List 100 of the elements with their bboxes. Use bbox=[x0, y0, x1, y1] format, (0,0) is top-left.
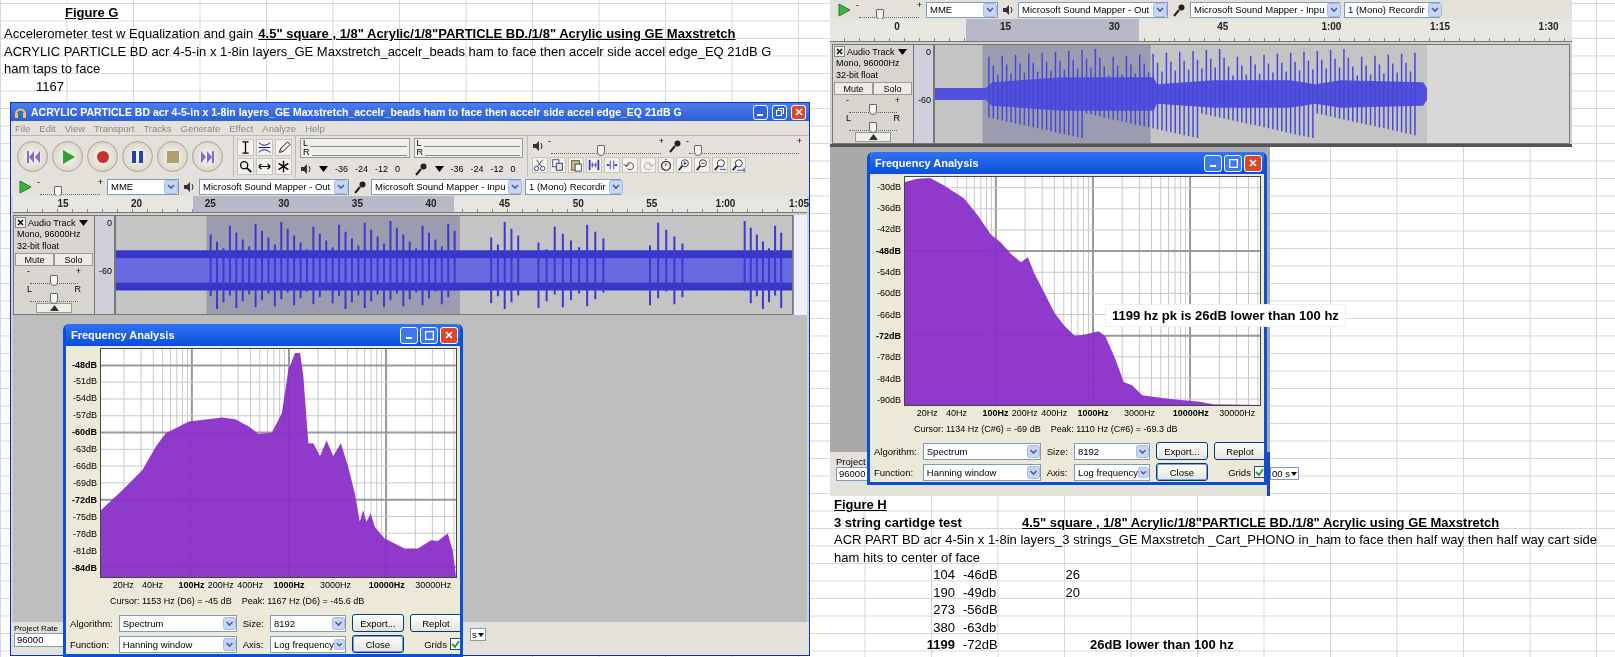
zoom-tool-icon[interactable] bbox=[237, 157, 254, 175]
table-cell-text: -49db bbox=[962, 583, 998, 601]
mute-button[interactable]: Mute bbox=[834, 82, 873, 95]
dialog-button[interactable]: Close bbox=[351, 635, 404, 653]
axis-dropdown[interactable]: Log frequency bbox=[269, 635, 346, 653]
vertical-scrollbar[interactable] bbox=[793, 215, 807, 315]
dialog-button[interactable]: Close bbox=[1155, 463, 1208, 481]
paste-icon[interactable] bbox=[568, 157, 584, 173]
envelope-tool-icon[interactable] bbox=[256, 138, 273, 156]
slider-thumb[interactable] bbox=[693, 145, 702, 156]
axis-label: -63dB bbox=[72, 444, 97, 455]
undo-icon[interactable] bbox=[622, 157, 638, 173]
caret-icon[interactable] bbox=[434, 166, 444, 172]
audio-host-dropdown[interactable]: MME bbox=[926, 1, 998, 18]
input-device-dropdown[interactable]: Microsoft Sound Mapper - Inpu bbox=[371, 178, 521, 195]
close-icon[interactable] bbox=[15, 217, 26, 228]
restore-button[interactable] bbox=[772, 104, 787, 120]
collapse-button[interactable] bbox=[855, 132, 891, 142]
axis-label: -48dB bbox=[72, 359, 97, 370]
close-icon bbox=[445, 331, 453, 339]
timeline-ruler[interactable]: 0 15 30 45 1:00 1:15 1:30 bbox=[830, 19, 1572, 42]
minimize-button[interactable] bbox=[400, 326, 418, 344]
minimize-button[interactable] bbox=[1204, 154, 1222, 172]
algorithm-dropdown[interactable]: Spectrum bbox=[922, 442, 1041, 460]
maximize-button[interactable] bbox=[420, 326, 438, 344]
pencil-icon[interactable] bbox=[275, 138, 292, 156]
dialog-button[interactable]: Export... bbox=[1155, 442, 1208, 460]
silence-icon[interactable] bbox=[604, 157, 620, 173]
play-button[interactable] bbox=[52, 141, 83, 172]
time-label: 1:00 bbox=[715, 198, 736, 209]
caret-icon bbox=[1327, 2, 1342, 17]
asterisk-icon[interactable] bbox=[275, 157, 292, 175]
dialog-button[interactable]: Replot bbox=[1213, 442, 1264, 460]
axis-label: -36dB bbox=[876, 203, 901, 214]
dialog-title: Frequency Analysis bbox=[71, 329, 176, 341]
close-button[interactable] bbox=[440, 326, 458, 344]
zoom-in-icon[interactable] bbox=[676, 157, 692, 173]
time-label: 25 bbox=[204, 198, 216, 209]
time-label: 55 bbox=[646, 198, 658, 209]
solo-button[interactable]: Solo bbox=[873, 82, 912, 95]
input-device-dropdown[interactable]: Microsoft Sound Mapper - Inpu bbox=[1190, 1, 1340, 18]
selection-format-field[interactable]: 00 s bbox=[1270, 467, 1299, 480]
play-at-speed-icon[interactable] bbox=[836, 1, 852, 18]
close-icon bbox=[794, 108, 803, 116]
size-dropdown[interactable]: 8192 bbox=[269, 614, 346, 632]
axis-label: -81dB bbox=[72, 545, 97, 556]
size-dropdown[interactable]: 8192 bbox=[1073, 442, 1150, 460]
axis-dropdown[interactable]: Log frequency bbox=[1073, 463, 1150, 481]
input-volume-slider[interactable] bbox=[689, 145, 799, 154]
record-button[interactable] bbox=[87, 141, 118, 172]
minimize-button[interactable] bbox=[753, 104, 768, 120]
copy-icon[interactable] bbox=[550, 157, 566, 173]
output-volume-slider[interactable] bbox=[551, 145, 661, 154]
selection-format-field[interactable]: s bbox=[470, 628, 486, 641]
grids-checkbox[interactable] bbox=[1253, 466, 1264, 478]
gain-slider[interactable] bbox=[30, 275, 78, 284]
stopwatch-icon[interactable] bbox=[658, 157, 674, 173]
scissors-icon[interactable] bbox=[532, 157, 548, 173]
meter-scale-label: -24 bbox=[470, 164, 484, 174]
axis-label: 400Hz bbox=[237, 580, 264, 590]
axis-label: 10000Hz bbox=[1172, 408, 1209, 418]
close-button[interactable] bbox=[1244, 154, 1262, 172]
algorithm-dropdown[interactable]: Spectrum bbox=[118, 614, 237, 632]
skip-to-start-button[interactable] bbox=[17, 141, 48, 172]
selection-tool-icon[interactable] bbox=[237, 138, 254, 156]
caret-icon[interactable] bbox=[319, 166, 328, 172]
output-device-dropdown[interactable]: Microsoft Sound Mapper - Out bbox=[199, 178, 349, 195]
track-name-menu[interactable]: Audio Track bbox=[28, 217, 88, 228]
zoom-out-icon[interactable] bbox=[694, 157, 710, 173]
skip-to-end-button[interactable] bbox=[192, 141, 223, 172]
input-channels-dropdown[interactable]: 1 (Mono) Recordir bbox=[525, 178, 621, 195]
fit-selection-icon[interactable] bbox=[712, 157, 728, 173]
meter-scale-label: 0 bbox=[395, 164, 401, 174]
output-device-dropdown[interactable]: Microsoft Sound Mapper - Out bbox=[1018, 1, 1168, 18]
play-at-speed-icon[interactable] bbox=[17, 178, 33, 195]
caret-icon bbox=[334, 179, 348, 194]
slider-thumb[interactable] bbox=[869, 104, 877, 115]
gain-slider[interactable] bbox=[849, 104, 897, 113]
maximize-button[interactable] bbox=[1224, 154, 1242, 172]
dialog-button[interactable]: Replot bbox=[409, 614, 460, 632]
slider-thumb[interactable] bbox=[50, 275, 58, 286]
close-button[interactable] bbox=[791, 104, 806, 120]
timeline-ruler[interactable]: 15 20 25 30 35 40 45 50 55 1:00 1:05 bbox=[13, 196, 807, 213]
trim-icon[interactable] bbox=[586, 157, 602, 173]
collapse-button[interactable] bbox=[36, 303, 72, 313]
pause-button[interactable] bbox=[122, 141, 153, 172]
grids-checkbox[interactable] bbox=[449, 638, 460, 650]
mute-button[interactable]: Mute bbox=[15, 253, 54, 266]
dialog-button[interactable]: Export... bbox=[351, 614, 404, 632]
slider-thumb[interactable] bbox=[596, 145, 605, 156]
close-icon[interactable] bbox=[834, 46, 845, 57]
table-cell-text: -63db bbox=[962, 618, 998, 636]
function-dropdown[interactable]: Hanning window bbox=[118, 635, 237, 653]
axis-label: 200Hz bbox=[1011, 408, 1038, 418]
audio-host-dropdown[interactable]: MME bbox=[107, 178, 179, 195]
function-dropdown[interactable]: Hanning window bbox=[922, 463, 1041, 481]
input-channels-dropdown[interactable]: 1 (Mono) Recordir bbox=[1344, 1, 1440, 18]
fit-project-icon[interactable] bbox=[730, 157, 746, 173]
track-name-menu[interactable]: Audio Track bbox=[847, 46, 907, 57]
solo-button[interactable]: Solo bbox=[54, 253, 93, 266]
